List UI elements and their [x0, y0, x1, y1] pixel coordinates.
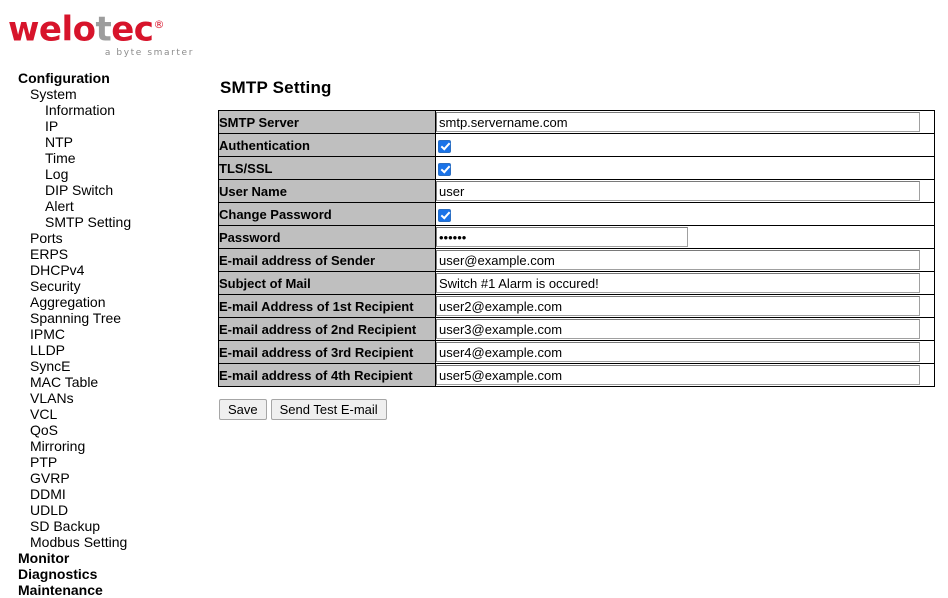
row-label-authentication: Authentication: [218, 133, 436, 157]
logo-text-part3: ec: [111, 9, 154, 50]
e-mail-address-of-4th-recipient-input[interactable]: [436, 365, 920, 385]
row-label-e-mail-address-of-1st-recipient: E-mail Address of 1st Recipient: [218, 294, 436, 318]
row-label-e-mail-address-of-sender: E-mail address of Sender: [218, 248, 436, 272]
table-row: TLS/SSL: [218, 156, 935, 180]
row-label-e-mail-address-of-2nd-recipient: E-mail address of 2nd Recipient: [218, 317, 436, 341]
table-row: E-mail address of 4th Recipient: [218, 363, 935, 387]
subject-of-mail-input[interactable]: [436, 273, 920, 293]
row-value-cell: [435, 202, 935, 226]
page-title: SMTP Setting: [220, 78, 332, 97]
table-row: SMTP Server: [218, 110, 935, 134]
sidebar-item-ipmc[interactable]: IPMC: [0, 326, 210, 342]
logo-wordmark: weloTec®: [8, 8, 218, 46]
table-row: Change Password: [218, 202, 935, 226]
smtp-server-input[interactable]: [436, 112, 920, 132]
sidebar-item-vcl[interactable]: VCL: [0, 406, 210, 422]
brand-logo: weloTec® a byte smarter: [8, 8, 218, 60]
sidebar-item-alert[interactable]: Alert: [0, 198, 210, 214]
authentication-checkbox[interactable]: [438, 139, 451, 153]
sidebar-item-system[interactable]: System: [0, 86, 210, 102]
row-value-cell: [435, 248, 935, 272]
tls-ssl-checkbox[interactable]: [438, 162, 451, 176]
main-content: SMTP Setting SMTP ServerAuthenticationTL…: [218, 78, 938, 420]
save-button[interactable]: Save: [219, 399, 267, 420]
sidebar-item-ptp[interactable]: PTP: [0, 454, 210, 470]
sidebar-item-security[interactable]: Security: [0, 278, 210, 294]
row-label-change-password: Change Password: [218, 202, 436, 226]
e-mail-address-of-3rd-recipient-input[interactable]: [436, 342, 920, 362]
sidebar-item-synce[interactable]: SyncE: [0, 358, 210, 374]
row-value-cell: [435, 110, 935, 134]
sidebar-item-mirroring[interactable]: Mirroring: [0, 438, 210, 454]
e-mail-address-of-sender-input[interactable]: [436, 250, 920, 270]
row-value-cell: [435, 156, 935, 180]
user-name-input[interactable]: [436, 181, 920, 201]
sidebar-item-spanning-tree[interactable]: Spanning Tree: [0, 310, 210, 326]
sidebar-item-mac-table[interactable]: MAC Table: [0, 374, 210, 390]
row-label-e-mail-address-of-4th-recipient: E-mail address of 4th Recipient: [218, 363, 436, 387]
sidebar-item-time[interactable]: Time: [0, 150, 210, 166]
table-row: User Name: [218, 179, 935, 203]
row-value-cell: [435, 225, 935, 249]
sidebar-item-configuration[interactable]: Configuration: [0, 70, 210, 86]
table-row: Password: [218, 225, 935, 249]
sidebar-item-modbus-setting[interactable]: Modbus Setting: [0, 534, 210, 550]
row-value-cell: [435, 133, 935, 157]
sidebar-item-qos[interactable]: QoS: [0, 422, 210, 438]
sidebar-item-dhcpv4[interactable]: DHCPv4: [0, 262, 210, 278]
row-value-cell: [435, 271, 935, 295]
sidebar-item-gvrp[interactable]: GVRP: [0, 470, 210, 486]
e-mail-address-of-1st-recipient-input[interactable]: [436, 296, 920, 316]
logo-text-part2: T: [95, 9, 112, 50]
row-label-tls-ssl: TLS/SSL: [218, 156, 436, 180]
sidebar-item-vlans[interactable]: VLANs: [0, 390, 210, 406]
row-label-smtp-server: SMTP Server: [218, 110, 436, 134]
sidebar-item-sd-backup[interactable]: SD Backup: [0, 518, 210, 534]
table-row: Authentication: [218, 133, 935, 157]
row-value-cell: [435, 317, 935, 341]
table-row: E-mail address of 3rd Recipient: [218, 340, 935, 364]
sidebar-item-smtp-setting[interactable]: SMTP Setting: [0, 214, 210, 230]
sidebar-item-information[interactable]: Information: [0, 102, 210, 118]
logo-tagline: a byte smarter: [104, 48, 194, 59]
sidebar-item-maintenance[interactable]: Maintenance: [0, 582, 210, 598]
logo-text-part1: welo: [8, 9, 96, 50]
registered-trademark-icon: ®: [153, 18, 164, 31]
smtp-settings-table: SMTP ServerAuthenticationTLS/SSLUser Nam…: [218, 110, 935, 387]
row-label-user-name: User Name: [218, 179, 436, 203]
table-row: E-mail Address of 1st Recipient: [218, 294, 935, 318]
row-value-cell: [435, 294, 935, 318]
send-test-email-button[interactable]: Send Test E-mail: [270, 399, 387, 420]
sidebar-item-monitor[interactable]: Monitor: [0, 550, 210, 566]
password-input[interactable]: [436, 227, 688, 247]
sidebar-item-diagnostics[interactable]: Diagnostics: [0, 566, 210, 582]
sidebar-item-log[interactable]: Log: [0, 166, 210, 182]
sidebar-item-udld[interactable]: UDLD: [0, 502, 210, 518]
table-row: E-mail address of 2nd Recipient: [218, 317, 935, 341]
row-value-cell: [435, 179, 935, 203]
sidebar-item-erps[interactable]: ERPS: [0, 246, 210, 262]
e-mail-address-of-2nd-recipient-input[interactable]: [436, 319, 920, 339]
row-label-e-mail-address-of-3rd-recipient: E-mail address of 3rd Recipient: [218, 340, 436, 364]
sidebar-item-ports[interactable]: Ports: [0, 230, 210, 246]
row-label-password: Password: [218, 225, 436, 249]
row-value-cell: [435, 363, 935, 387]
sidebar-item-ntp[interactable]: NTP: [0, 134, 210, 150]
sidebar-item-ddmi[interactable]: DDMI: [0, 486, 210, 502]
row-value-cell: [435, 340, 935, 364]
form-button-bar: Save Send Test E-mail: [219, 399, 938, 420]
table-row: Subject of Mail: [218, 271, 935, 295]
sidebar-item-aggregation[interactable]: Aggregation: [0, 294, 210, 310]
row-label-subject-of-mail: Subject of Mail: [218, 271, 436, 295]
sidebar-item-lldp[interactable]: LLDP: [0, 342, 210, 358]
change-password-checkbox[interactable]: [438, 208, 451, 222]
sidebar-item-ip[interactable]: IP: [0, 118, 210, 134]
table-row: E-mail address of Sender: [218, 248, 935, 272]
sidebar-navigation: Configuration System Information IP NTP Time L…: [0, 70, 210, 598]
sidebar-item-dip-switch[interactable]: DIP Switch: [0, 182, 210, 198]
